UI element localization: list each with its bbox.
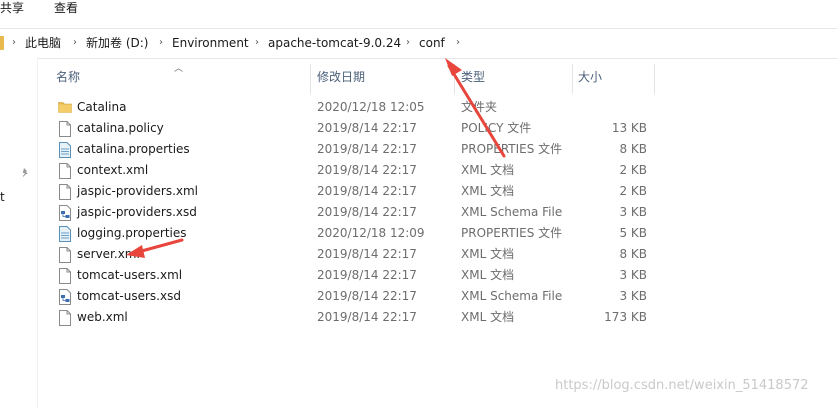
file-size: 3 KB <box>619 268 647 282</box>
column-header-type[interactable]: 类型 <box>461 64 485 90</box>
file-size: 8 KB <box>619 247 647 261</box>
file-size: 2 KB <box>619 184 647 198</box>
file-type: XML 文档 <box>461 310 515 324</box>
file-modified-date: 2019/8/14 22:17 <box>317 205 417 219</box>
chevron-right-icon[interactable]: › <box>456 35 460 51</box>
file-name: web.xml <box>77 310 128 324</box>
column-header-size[interactable]: 大小 <box>578 64 602 90</box>
pin-icon[interactable] <box>20 168 30 178</box>
file-name: Catalina <box>77 100 127 114</box>
file-size <box>578 97 647 118</box>
file-size: 8 KB <box>619 142 647 156</box>
file-name: catalina.policy <box>77 121 164 135</box>
file-icon <box>58 244 72 265</box>
file-modified-date: 2019/8/14 22:17 <box>317 289 417 303</box>
file-type: XML Schema File <box>461 205 563 219</box>
file-name: jaspic-providers.xsd <box>77 205 197 219</box>
file-row[interactable]: Catalina 2020/12/18 12:05 文件夹 <box>38 97 837 118</box>
file-name: catalina.properties <box>77 142 190 156</box>
column-headers: ︿ 名称 修改日期 类型 大小 <box>38 64 837 94</box>
file-row[interactable]: jaspic-providers.xsd 2019/8/14 22:17 XML S… <box>38 202 837 223</box>
file-icon <box>58 307 72 328</box>
file-row[interactable]: jaspic-providers.xml 2019/8/14 22:17 XML 文… <box>38 181 837 202</box>
file-modified-date: 2019/8/14 22:17 <box>317 121 417 135</box>
breadcrumb-environment[interactable]: Environment <box>172 34 249 52</box>
file-row[interactable]: catalina.properties 2019/8/14 22:17 PROPER… <box>38 139 837 160</box>
file-type: XML 文档 <box>461 268 515 282</box>
file-type: PROPERTIES 文件 <box>461 142 563 156</box>
file-modified-date: 2019/8/14 22:17 <box>317 163 417 177</box>
breadcrumb-this-pc[interactable]: 此电脑 <box>25 34 61 52</box>
file-size: 3 KB <box>619 289 647 303</box>
file-row[interactable]: tomcat-users.xml 2019/8/14 22:17 XML 文档 3 K… <box>38 265 837 286</box>
file-row[interactable]: server.xml 2019/8/14 22:17 XML 文档 8 KB <box>38 244 837 265</box>
xsd-file-icon <box>58 202 72 223</box>
file-name: jaspic-providers.xml <box>77 184 199 198</box>
file-type: XML Schema File <box>461 289 563 303</box>
file-modified-date: 2019/8/14 22:17 <box>317 310 417 324</box>
file-modified-date: 2020/12/18 12:05 <box>317 100 425 114</box>
file-name: tomcat-users.xml <box>77 268 183 282</box>
file-row[interactable]: tomcat-users.xsd 2019/8/14 22:17 XML Schem… <box>38 286 837 307</box>
file-type: POLICY 文件 <box>461 121 532 135</box>
chevron-right-icon[interactable]: › <box>255 35 259 51</box>
xsd-file-icon <box>58 286 72 307</box>
file-modified-date: 2019/8/14 22:17 <box>317 142 417 156</box>
properties-file-icon <box>58 223 72 244</box>
file-type: XML 文档 <box>461 184 515 198</box>
column-divider[interactable] <box>310 64 311 94</box>
file-size: 3 KB <box>619 205 647 219</box>
file-size: 13 KB <box>611 121 647 135</box>
file-list-pane: ︿ 名称 修改日期 类型 大小 Catalina 2020/12/18 12:05… <box>37 58 837 408</box>
folder-icon <box>58 97 72 118</box>
navigation-pane: t <box>0 58 37 408</box>
column-header-name[interactable]: 名称 <box>56 64 80 90</box>
breadcrumb-conf[interactable]: conf <box>419 34 445 52</box>
file-name: logging.properties <box>77 226 187 240</box>
file-name: tomcat-users.xsd <box>77 289 181 303</box>
breadcrumb-apache-tomcat[interactable]: apache-tomcat-9.0.24 <box>268 34 401 52</box>
file-icon <box>58 265 72 286</box>
watermark: https://blog.csdn.net/weixin_51418572 <box>555 378 809 393</box>
nav-item-fragment[interactable]: t <box>0 190 5 204</box>
file-size: 173 KB <box>604 310 647 324</box>
ribbon: 共享 查看 <box>0 0 837 18</box>
column-divider[interactable] <box>572 64 573 94</box>
file-row[interactable]: logging.properties 2020/12/18 12:09 PROPER… <box>38 223 837 244</box>
column-divider[interactable] <box>654 64 655 94</box>
file-row[interactable]: web.xml 2019/8/14 22:17 XML 文档 173 KB <box>38 307 837 328</box>
file-size: 5 KB <box>619 226 647 240</box>
file-type: 文件夹 <box>461 100 498 114</box>
file-icon <box>58 181 72 202</box>
file-name: context.xml <box>77 163 149 177</box>
file-modified-date: 2020/12/18 12:09 <box>317 226 425 240</box>
properties-file-icon <box>58 139 72 160</box>
file-row[interactable]: catalina.policy 2019/8/14 22:17 POLICY 文件 1… <box>38 118 837 139</box>
file-type: XML 文档 <box>461 163 515 177</box>
chevron-right-icon[interactable]: › <box>406 35 410 51</box>
file-modified-date: 2019/8/14 22:17 <box>317 184 417 198</box>
address-bar[interactable]: › 此电脑 › 新加卷 (D:) › Environment › apache-… <box>0 28 837 59</box>
ribbon-tab-view[interactable]: 查看 <box>54 0 78 16</box>
chevron-right-icon[interactable]: › <box>159 35 163 51</box>
file-icon <box>58 118 72 139</box>
file-icon <box>58 160 72 181</box>
file-modified-date: 2019/8/14 22:17 <box>317 247 417 261</box>
sort-ascending-icon: ︿ <box>174 64 184 74</box>
folder-icon <box>0 36 4 50</box>
column-divider[interactable] <box>454 64 455 94</box>
column-header-date[interactable]: 修改日期 <box>317 64 365 90</box>
file-list: Catalina 2020/12/18 12:05 文件夹 catalina.poli… <box>38 97 837 328</box>
file-type: XML 文档 <box>461 247 515 261</box>
chevron-right-icon[interactable]: › <box>73 35 77 51</box>
breadcrumb-drive-d[interactable]: 新加卷 (D:) <box>86 34 148 52</box>
file-name: server.xml <box>77 247 140 261</box>
file-modified-date: 2019/8/14 22:17 <box>317 268 417 282</box>
file-size: 2 KB <box>619 163 647 177</box>
file-row[interactable]: context.xml 2019/8/14 22:17 XML 文档 2 KB <box>38 160 837 181</box>
ribbon-tab-share[interactable]: 共享 <box>0 0 24 16</box>
chevron-right-icon[interactable]: › <box>12 35 16 51</box>
file-type: PROPERTIES 文件 <box>461 226 563 240</box>
